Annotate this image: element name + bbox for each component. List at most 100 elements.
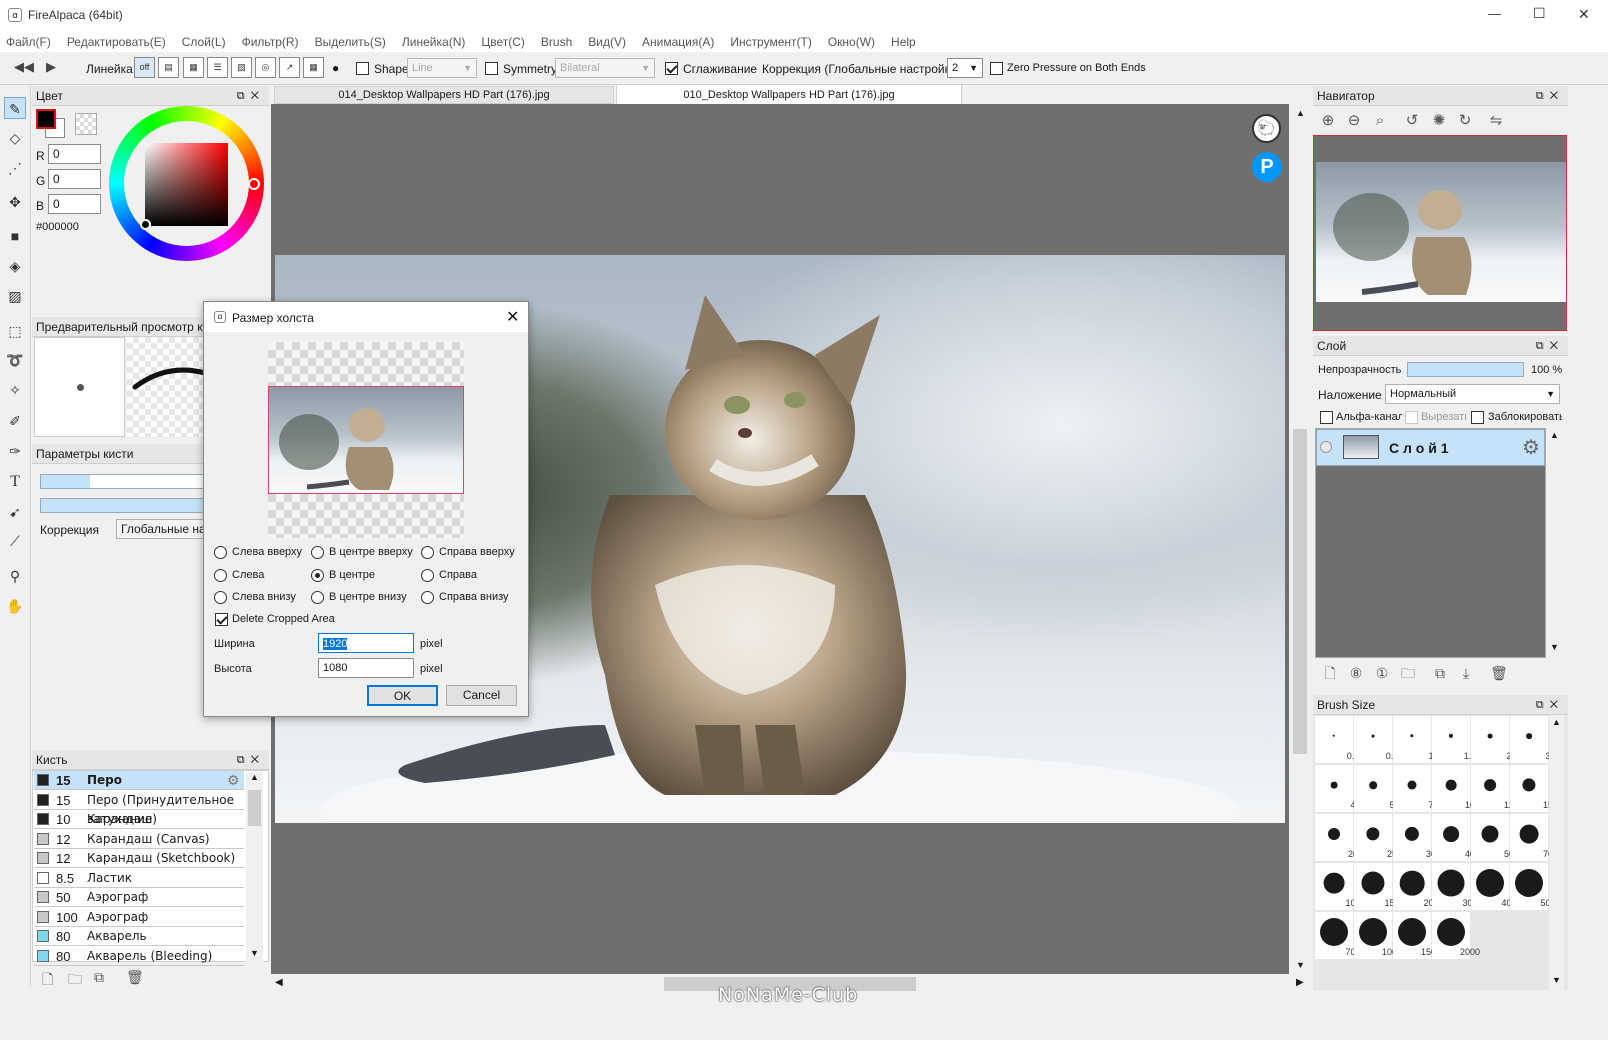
dialog-close-button[interactable]: ✕ <box>506 307 519 327</box>
menu-item[interactable]: Вид(V) <box>588 35 626 49</box>
panel-buttons[interactable]: ⧉✕ <box>1536 336 1564 356</box>
brush-list-item[interactable]: 100 Аэрограф <box>34 908 244 927</box>
panel-buttons[interactable]: ⧉✕ <box>1536 86 1564 106</box>
menu-item[interactable]: Цвет(C) <box>481 35 525 49</box>
brush-size-cell[interactable]: 50 <box>1471 814 1514 861</box>
visibility-icon[interactable] <box>1320 441 1332 453</box>
brush-size-cell[interactable]: 15 <box>1510 765 1553 812</box>
pixiv-icon[interactable]: P <box>1252 152 1282 182</box>
menu-item[interactable]: Редактировать(E) <box>67 35 166 49</box>
brush-list-item[interactable]: 10 Карандаш <box>34 810 244 829</box>
text-tool-icon[interactable]: T <box>4 471 26 493</box>
hue-cursor[interactable] <box>248 178 260 190</box>
brush-size-cell[interactable]: 0.7 <box>1354 716 1398 763</box>
menu-item[interactable]: Файл(F) <box>6 35 51 49</box>
canvas-vscroll[interactable]: ▲ ▼ <box>1291 104 1309 974</box>
brush-size-cell[interactable]: 1 <box>1393 716 1434 763</box>
redo-icon[interactable]: ▶ <box>46 59 56 75</box>
select-tool-icon[interactable]: ⬚ <box>4 320 26 342</box>
brush-size-cell[interactable]: 400 <box>1471 863 1517 910</box>
shape-checkbox[interactable] <box>356 62 369 75</box>
zoom-in-icon[interactable]: ⊕ <box>1318 111 1338 131</box>
brush-list-item[interactable]: 15 Перо ⚙ <box>34 771 244 790</box>
operation-tool-icon[interactable]: ➹ <box>4 501 26 523</box>
ruler-perspective-icon[interactable]: ▨ <box>231 57 252 78</box>
chevron-right-icon[interactable]: ▶ <box>1296 977 1304 988</box>
anchor-radio[interactable] <box>214 568 227 582</box>
ok-button[interactable]: OK <box>367 685 438 706</box>
chevron-up-icon[interactable]: ▲ <box>1296 108 1305 118</box>
brush-size-cell[interactable]: 25 <box>1354 814 1397 861</box>
lasso-tool-icon[interactable]: ➰ <box>4 349 26 371</box>
fill-rect-tool-icon[interactable]: ■ <box>4 225 26 247</box>
brush-size-slider[interactable] <box>40 474 205 489</box>
menu-item[interactable]: Фильтр(R) <box>242 35 299 49</box>
gear-icon[interactable]: ⚙ <box>227 771 240 790</box>
eyedropper-icon[interactable]: ⚲ <box>4 565 26 587</box>
chevron-down-icon[interactable]: ▼ <box>250 948 259 958</box>
ruler-concentric-icon[interactable]: ◎ <box>255 57 276 78</box>
layer-row[interactable]: С л о й 1 ⚙ <box>1316 429 1545 466</box>
transparent-color-swatch[interactable] <box>75 113 97 135</box>
b-input[interactable]: 0 <box>48 194 101 214</box>
panel-buttons[interactable]: ⧉✕ <box>1536 695 1564 715</box>
dot-tool-icon[interactable]: ⋰ <box>4 157 26 179</box>
brush-size-cell[interactable]: 100 <box>1315 863 1361 910</box>
cancel-button[interactable]: Cancel <box>446 685 517 706</box>
flip-icon[interactable]: ⇋ <box>1486 111 1506 131</box>
brush-correction-select[interactable]: Глобальные настройки <box>116 519 206 539</box>
brush-list-scrollbar[interactable]: ▲ ▼ <box>246 772 263 962</box>
ruler-parallel-icon[interactable]: ▤ <box>158 57 179 78</box>
anchor-radio[interactable] <box>214 546 227 559</box>
maximize-button[interactable]: ☐ <box>1533 5 1546 22</box>
hand-tool-icon[interactable]: ✋ <box>4 595 26 617</box>
pen-tool-icon[interactable]: ✎ <box>4 97 26 119</box>
brush-list-item[interactable]: 15 Перо (Принудительное затухание) <box>34 791 244 826</box>
gradient-tool-icon[interactable]: ▨ <box>4 285 26 307</box>
rotate-right-icon[interactable]: ↻ <box>1455 111 1475 131</box>
menu-item[interactable]: Выделить(S) <box>315 35 386 49</box>
ruler-dot-icon[interactable]: ● <box>332 61 339 75</box>
brush-size-cell[interactable]: 70 <box>1510 814 1553 861</box>
primary-color-swatch[interactable] <box>36 109 56 129</box>
rotate-left-icon[interactable]: ↺ <box>1402 111 1422 131</box>
brush-list-item[interactable]: 80 Акварель (Bleeding) <box>34 947 244 966</box>
zero-pressure-checkbox[interactable] <box>990 62 1003 75</box>
anchor-radio[interactable] <box>311 591 324 604</box>
brush-size-cell[interactable]: 1.5 <box>1432 716 1476 763</box>
minimize-button[interactable]: — <box>1488 6 1501 21</box>
ruler-curve-icon[interactable]: ↗ <box>279 57 300 78</box>
brush-size-scrollbar[interactable]: ▲ ▼ <box>1549 715 1564 990</box>
brush-list-item[interactable]: 12 Карандаш (Canvas) <box>34 830 244 849</box>
select-eraser-icon[interactable]: ✑ <box>4 440 26 462</box>
duplicate-icon[interactable]: ⧉ <box>94 969 104 986</box>
menu-item[interactable]: Окно(W) <box>828 35 875 49</box>
brush-list-item[interactable]: 50 Аэрограф <box>34 888 244 907</box>
brush-size-cell[interactable]: 12 <box>1471 765 1514 812</box>
brush-size-cell[interactable]: 700 <box>1315 912 1361 959</box>
zoom-out-icon[interactable]: ⊖ <box>1344 111 1364 131</box>
brush-size-cell[interactable]: 5 <box>1354 765 1395 812</box>
brush-size-cell[interactable]: 1000 <box>1354 912 1402 959</box>
layer-folder-icon[interactable]: 🗀 <box>1399 664 1417 682</box>
chevron-up-icon[interactable]: ▲ <box>1550 430 1559 440</box>
close-window-button[interactable]: ✕ <box>1578 6 1590 23</box>
layer-list-scrollbar[interactable]: ▲ ▼ <box>1547 428 1562 658</box>
tab-file-014[interactable]: 014_Desktop Wallpapers HD Part (176).jpg <box>274 86 614 104</box>
brush-list-item[interactable]: 12 Карандаш (Sketchbook) <box>34 849 244 868</box>
panel-buttons[interactable]: ⧉✕ <box>237 86 265 106</box>
delete-cropped-checkbox[interactable] <box>215 613 228 626</box>
lock-layer-checkbox[interactable] <box>1471 411 1484 424</box>
merge-down-icon[interactable]: ⤓ <box>1457 664 1475 682</box>
tab-file-010[interactable]: 010_Desktop Wallpapers HD Part (176).jpg <box>616 84 962 104</box>
menu-item[interactable]: Brush <box>541 35 572 49</box>
brush-size-cell[interactable]: 7 <box>1393 765 1434 812</box>
brush-size-cell[interactable]: 1500 <box>1393 912 1441 959</box>
undo-icon[interactable]: ◀◀ <box>14 59 34 75</box>
vscroll-thumb[interactable] <box>1293 429 1307 754</box>
firealpaca-mascot-icon[interactable]: 🐑 <box>1252 114 1281 143</box>
menu-item[interactable]: Инструмент(T) <box>730 35 812 49</box>
brush-size-cell[interactable]: 200 <box>1393 863 1439 910</box>
anchor-radio[interactable] <box>311 546 324 559</box>
brush-list-item[interactable]: 8.5 Ластик <box>34 869 244 888</box>
